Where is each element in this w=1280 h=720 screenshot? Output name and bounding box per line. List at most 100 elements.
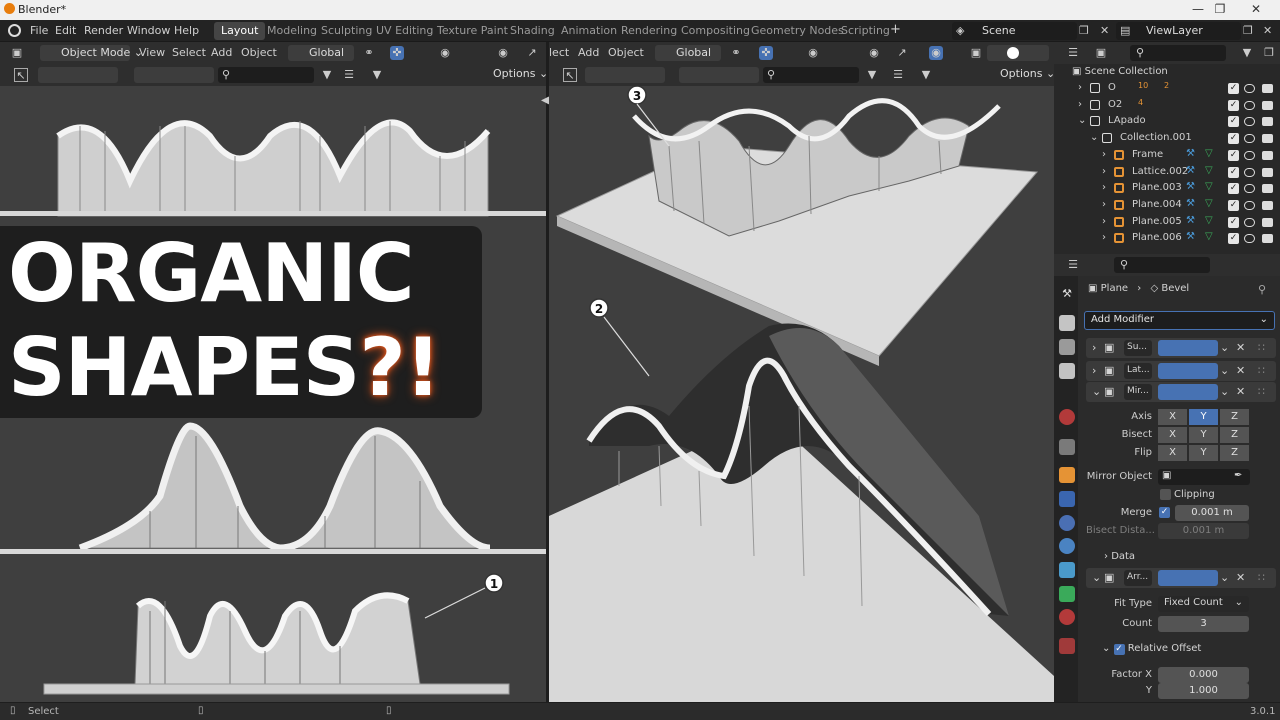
eye-icon[interactable] [1244,234,1255,244]
menu-view[interactable]: View [139,46,165,59]
select-tool-icon-right[interactable]: ↖ [563,68,577,82]
right-viewport[interactable]: 3 2 [549,86,1054,702]
proportional-edit-icon-right[interactable]: ◉ [806,46,820,60]
options-dropdown[interactable]: Options ⌄ [488,66,553,82]
object-tab-icon[interactable] [1059,467,1075,483]
camera-icon[interactable] [1262,117,1273,127]
menu-add[interactable]: Add [211,46,232,59]
factor-y-field[interactable]: 1.000 [1158,683,1249,699]
properties-search-input[interactable]: ⚲ [1114,257,1210,273]
render-tab-icon[interactable] [1059,315,1075,331]
tab-scripting[interactable]: Scripting [834,22,897,40]
modifier-expand-icon[interactable]: › [1092,341,1096,354]
modifier-name-field[interactable]: Mir... [1124,384,1152,400]
mesh-data-icon[interactable]: ▽ [1205,215,1213,226]
modifier-visibility-toggles[interactable] [1158,384,1218,400]
expand-arrow-icon[interactable]: › [1078,82,1082,93]
remove-viewlayer-icon[interactable]: ✕ [1263,24,1272,37]
outliner-row[interactable]: › Plane.006 ⚒ ▽ ✓ [1056,231,1280,248]
clipping-checkbox[interactable] [1160,489,1171,500]
select-tool-icon[interactable]: ↖ [14,68,28,82]
mesh-data-icon[interactable]: ▽ [1205,198,1213,209]
factor-x-field[interactable]: 0.000 [1158,667,1249,683]
modifier-wrench-icon[interactable]: ⚒ [1186,148,1195,159]
mirror-object-field[interactable]: ▣ ✒ [1158,469,1250,485]
outliner-filter-icon[interactable]: ▼ [1240,46,1254,60]
menu-file[interactable]: File [30,24,48,37]
merge-distance-field[interactable]: 0.001 m [1175,505,1249,521]
eye-icon[interactable] [1244,167,1255,177]
modifier-visibility-toggles[interactable] [1158,570,1218,586]
outliner-row[interactable]: ⌄ LApado ✓ [1056,114,1280,131]
outliner-row[interactable]: › O 10 2 ✓ [1056,81,1280,98]
drag-handle-icon[interactable]: ∷ [1258,571,1265,584]
proportional-edit-icon[interactable]: ◉ [438,46,452,60]
new-viewlayer-icon[interactable]: ❐ [1243,24,1253,37]
exclude-checkbox[interactable]: ✓ [1228,133,1239,145]
options-dropdown-right[interactable]: Options ⌄ [995,66,1060,82]
mesh-data-icon[interactable]: ▽ [1205,148,1213,159]
exclude-checkbox[interactable]: ✓ [1228,233,1239,245]
new-scene-icon[interactable]: ❐ [1079,24,1089,37]
world-tab-icon[interactable] [1059,439,1075,455]
search-input[interactable]: ⚲ [218,67,314,83]
modifier-wrench-icon[interactable]: ⚒ [1186,231,1195,242]
remove-modifier-icon[interactable]: ✕ [1236,364,1245,377]
search-input-right[interactable]: ⚲ [763,67,859,83]
modifier-name-field[interactable]: Arr... [1124,570,1152,586]
snap-icon-right[interactable]: ✜ [759,46,773,60]
camera-icon[interactable] [1262,84,1273,93]
axis-z-toggle[interactable]: Z [1220,409,1249,425]
camera-icon[interactable] [1262,234,1273,244]
menu-add-right[interactable]: Add [578,46,599,59]
object-mode-dropdown[interactable]: Object Mode ⌄ [40,45,143,61]
camera-icon[interactable] [1262,100,1273,110]
eyedropper-icon[interactable]: ✒ [1234,470,1242,481]
outliner-row[interactable]: › Frame ⚒ ▽ ✓ [1056,148,1280,165]
exclude-checkbox[interactable]: ✓ [1228,99,1239,111]
bisect-distance-field[interactable]: 0.001 m [1158,523,1249,539]
modifier-visibility-toggles[interactable] [1158,340,1218,356]
selection-mode-buttons-right[interactable] [585,67,665,83]
expand-arrow-icon[interactable]: ⌄ [1078,115,1086,126]
bisect-y-toggle[interactable]: Y [1189,427,1218,443]
mesh-data-icon[interactable]: ▽ [1205,231,1213,242]
camera-icon[interactable] [1262,150,1273,160]
gizmo-icon[interactable]: ↗ [525,46,539,60]
pivot-icon[interactable]: ⚭ [362,46,376,60]
fit-type-dropdown[interactable]: Fixed Count ⌄ [1158,596,1249,612]
xray-icon[interactable]: ▣ [969,46,983,60]
drag-handle-icon[interactable]: ∷ [1258,341,1265,354]
add-workspace-icon[interactable]: + [890,22,901,37]
menu-window[interactable]: Window [127,24,170,37]
eye-icon[interactable] [1244,217,1255,227]
transform-orientation-dropdown-right[interactable]: Global [655,45,721,61]
remove-scene-icon[interactable]: ✕ [1100,24,1109,37]
modifier-menu-icon[interactable]: ⌄ [1220,571,1229,584]
expand-arrow-icon[interactable]: › [1102,199,1106,210]
properties-editor-icon[interactable]: ☰ [1066,258,1080,272]
funnel-icon[interactable]: ▼ [370,68,384,82]
sort-icon-right[interactable]: ☰ [891,68,905,82]
relative-offset-checkbox[interactable]: ✓ [1113,644,1125,655]
camera-icon[interactable] [1262,184,1273,194]
drag-handle-icon[interactable]: ∷ [1258,364,1265,377]
menu-render[interactable]: Render [84,24,123,37]
flip-x-toggle[interactable]: X [1158,445,1187,461]
solid-shading-icon[interactable] [1007,47,1019,59]
exclude-checkbox[interactable]: ✓ [1228,83,1239,94]
outliner-row[interactable]: ⌄ Collection.001 ✓ [1056,131,1280,148]
physics-tab-icon[interactable] [1059,538,1075,554]
overlays-icon[interactable]: ◉ [929,46,943,60]
modifier-menu-icon[interactable]: ⌄ [1220,364,1229,377]
axis-x-toggle[interactable]: X [1158,409,1187,425]
snap-icon[interactable]: ✜ [390,46,404,60]
scene-collection-row[interactable]: ▣ Scene Collection [1072,66,1280,77]
bisect-x-toggle[interactable]: X [1158,427,1187,443]
outliner-row[interactable]: › Plane.003 ⚒ ▽ ✓ [1056,181,1280,198]
camera-icon[interactable] [1262,217,1273,227]
overlay-buttons[interactable] [134,67,214,83]
tool-tab-icon[interactable]: ⚒ [1059,287,1075,303]
menu-select-right[interactable]: lect [549,46,569,59]
overlay-buttons-right[interactable] [679,67,759,83]
